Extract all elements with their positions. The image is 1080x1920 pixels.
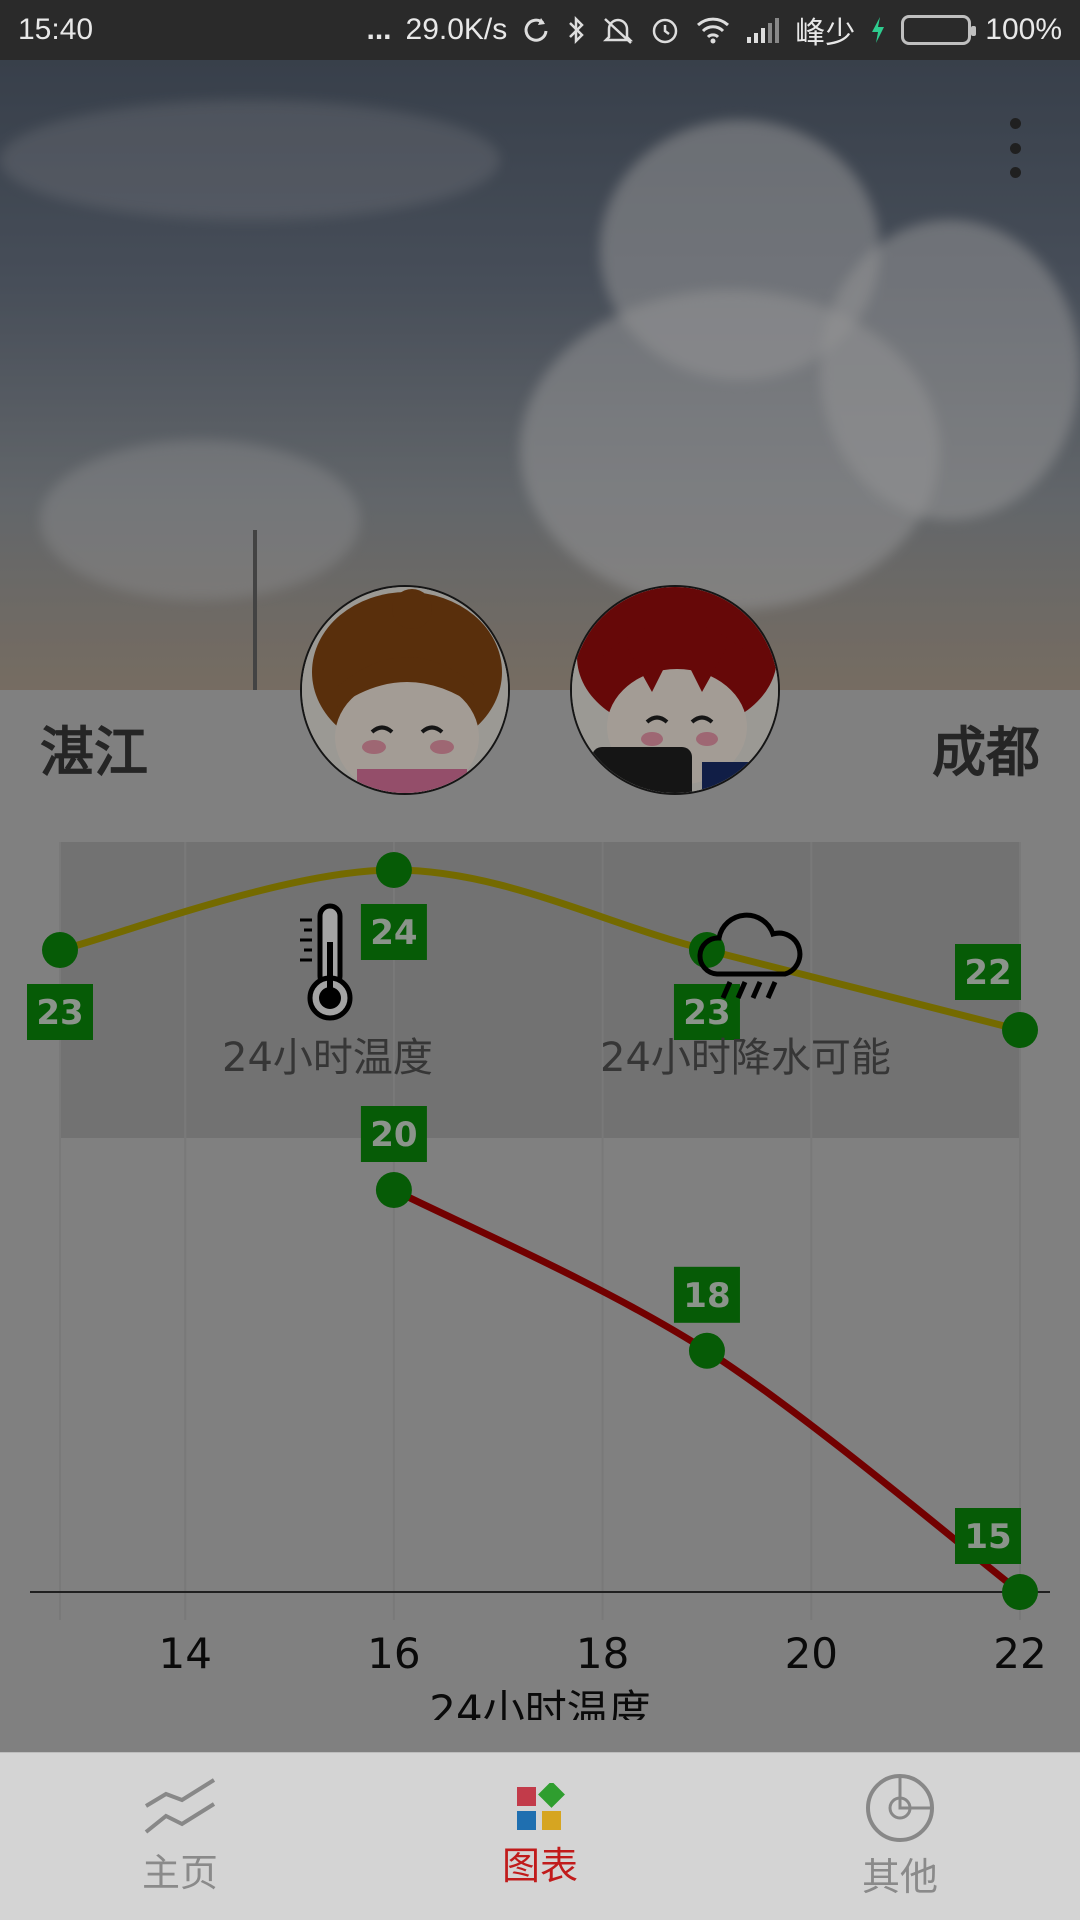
x-tick-label: 22 [993, 1629, 1046, 1678]
line-chart-icon [144, 1778, 216, 1834]
bottom-nav: 主页 图表 其他 [0, 1752, 1080, 1920]
data-label: 24 [370, 913, 417, 953]
battery-icon [901, 15, 977, 45]
nav-chart[interactable]: 图表 [360, 1753, 720, 1920]
series-line [392, 1186, 1023, 1595]
data-point [42, 932, 78, 968]
nav-other[interactable]: 其他 [720, 1753, 1080, 1920]
sync-icon [521, 15, 551, 45]
data-point [375, 852, 412, 888]
data-label: 20 [370, 1115, 417, 1155]
net-speed: 29.0K/s [405, 13, 508, 46]
status-time: 15:40 [18, 13, 94, 46]
x-tick-label: 20 [785, 1629, 838, 1678]
thermometer-icon[interactable] [298, 902, 362, 1022]
data-point [1002, 1012, 1038, 1048]
rain-cloud-icon[interactable] [695, 912, 805, 1004]
bluetooth-icon [565, 15, 587, 45]
data-point [688, 1332, 725, 1369]
rain-panel-label[interactable]: 24小时降水可能 [600, 1025, 891, 1083]
city-right[interactable]: 成都 [932, 708, 1040, 787]
avatar-girl[interactable] [300, 585, 510, 795]
city-left[interactable]: 湛江 [40, 708, 148, 787]
nav-home[interactable]: 主页 [0, 1753, 360, 1920]
carrier-name: 峰少 [795, 17, 856, 50]
avatar-boy[interactable] [570, 585, 780, 795]
x-tick-label: 14 [158, 1629, 211, 1678]
wifi-icon [695, 15, 731, 45]
battery-percent: 100% [985, 13, 1062, 46]
signal-icon [745, 15, 781, 45]
nav-chart-label: 图表 [501, 1844, 578, 1888]
data-label: 18 [683, 1276, 730, 1316]
nav-other-label: 其他 [861, 1855, 938, 1899]
status-bar: 15:40 ... 29.0K/s 峰少 100% [0, 0, 1080, 60]
temperature-chart: 23242322201815 14 16 18 20 22 24小时温度 [27, 842, 1050, 1720]
x-tick-label: 16 [367, 1629, 420, 1678]
hero-background [0, 60, 1080, 690]
temperature-panel-label[interactable]: 24小时温度 [222, 1025, 433, 1083]
x-axis-title: 24小时温度 [429, 1686, 650, 1720]
nav-home-label: 主页 [141, 1851, 218, 1895]
pie-icon [866, 1774, 934, 1842]
alarm-icon [649, 14, 681, 46]
data-label: 23 [36, 993, 83, 1033]
tower-silhouette [253, 530, 257, 690]
data-label: 15 [964, 1517, 1011, 1557]
grid-icon [517, 1783, 565, 1830]
data-point [375, 1172, 412, 1208]
more-notifications-icon: ... [366, 13, 392, 46]
mute-icon [601, 15, 635, 45]
status-right: ... 29.0K/s 峰少 100% [367, 8, 1062, 52]
overflow-menu-icon[interactable] [1000, 118, 1030, 178]
data-label: 22 [964, 953, 1011, 993]
charging-icon [869, 15, 887, 45]
data-point [1002, 1574, 1038, 1610]
x-tick-label: 18 [576, 1629, 629, 1678]
